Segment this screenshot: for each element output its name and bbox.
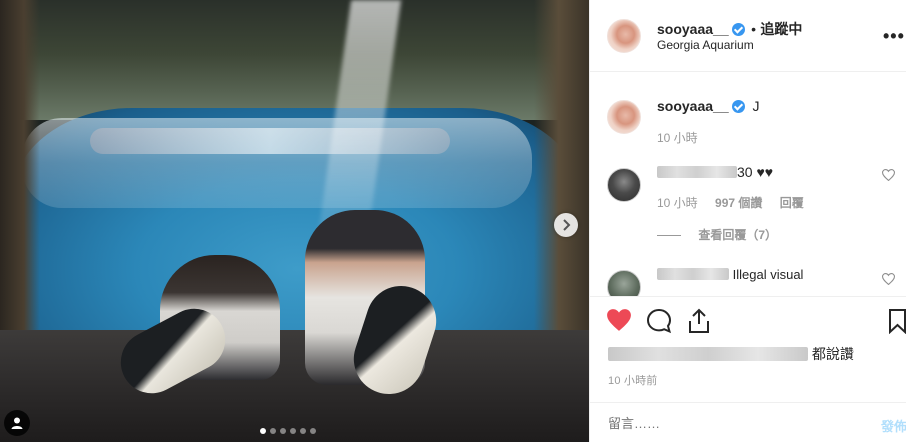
carousel-indicator [260,428,316,434]
commenter-username-blurred[interactable] [657,268,729,280]
replies-divider [657,235,681,236]
glass-glow [90,128,450,154]
carousel-dot [300,428,306,434]
author-avatar[interactable] [607,19,641,53]
comment-text: 30 ♥♥ [737,164,774,180]
post-actions [590,296,906,344]
comment-time: 10 小時 [657,196,698,210]
verified-badge-icon [731,23,745,36]
verified-badge-icon [731,100,745,113]
comment-text: Illegal visual [732,267,804,282]
carousel-dot [260,428,266,434]
comment-input[interactable] [608,416,848,431]
comment-like-icon[interactable] [881,273,896,288]
tagged-users-button[interactable] [4,410,30,436]
caption-avatar[interactable] [607,100,641,134]
carousel-dot [290,428,296,434]
view-replies-button[interactable]: 查看回覆（7） [657,226,777,243]
like-button[interactable] [606,308,632,337]
comment-like-icon[interactable] [881,169,896,184]
comment-item: Illegal visual [657,267,803,282]
caption-text: J [752,98,760,114]
comment-bubble-icon [646,308,672,334]
save-button[interactable] [888,308,906,339]
carousel-dot [310,428,316,434]
commenter-avatar[interactable] [607,270,641,296]
following-status-button[interactable]: 追蹤中 [760,21,802,37]
post-header: sooyaaa__ • 追蹤中 Georgia Aquarium ••• [590,0,906,72]
author-line: sooyaaa__ • 追蹤中 [657,19,802,39]
caption: sooyaaa__ J [657,98,760,114]
caption-username[interactable]: sooyaaa__ [657,98,729,114]
view-replies-label: 查看回覆（7） [698,228,778,242]
chevron-right-icon [563,219,571,231]
reply-button[interactable]: 回覆 [780,196,804,210]
carousel-dot [270,428,276,434]
carousel-dot [280,428,286,434]
post-photo[interactable] [0,0,589,442]
likes-text: 都說讚 [811,346,854,362]
comment-item: 30 ♥♥ [657,164,773,180]
share-icon [689,308,709,333]
person-icon [11,417,23,429]
heart-filled-icon [607,309,631,331]
commenter-avatar[interactable] [607,168,641,202]
likes-summary[interactable]: 都說讚 [608,344,854,364]
author-username[interactable]: sooyaaa__ [657,21,729,37]
liker-names-blurred[interactable] [608,347,808,361]
comment-likes[interactable]: 997 個讚 [715,196,762,210]
follow-separator: • [751,21,756,37]
commenter-username-blurred[interactable] [657,166,737,178]
bookmark-icon [889,309,906,335]
comments-section[interactable]: sooyaaa__ J 10 小時 30 ♥♥ 10 小時 997 個讚 回覆 … [590,73,906,296]
share-button[interactable] [686,308,712,339]
caption-time: 10 小時 [657,131,698,145]
post-location[interactable]: Georgia Aquarium [657,38,754,52]
post-time: 10 小時前 [608,375,658,387]
aquarium-rock-background [0,0,589,120]
floor [0,330,589,442]
carousel-next-button[interactable] [554,213,578,237]
post-details-panel: sooyaaa__ • 追蹤中 Georgia Aquarium ••• soo… [589,0,906,442]
more-options-icon[interactable]: ••• [883,26,905,47]
add-comment-bar: 發佈 [590,402,906,442]
comment-meta: 10 小時 997 個讚 回覆 [657,194,804,211]
comment-button[interactable] [646,308,672,339]
post-comment-button[interactable]: 發佈 [881,416,906,435]
